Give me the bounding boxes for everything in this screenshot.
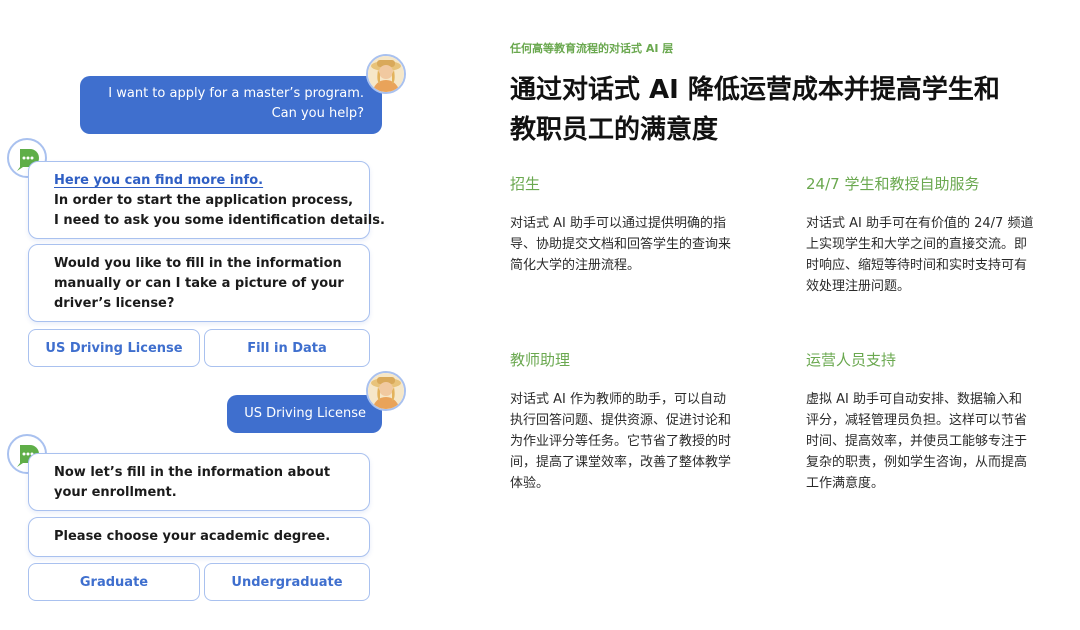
body-line: 效处理注册问题。 (806, 279, 911, 294)
body-line: 时响应、缩短等待时间和实时支持可有 (806, 258, 1028, 273)
section-body-admissions: 对话式 AI 助手可以通过提供明确的指 导、协助提交文档和回答学生的查询来 简化… (510, 213, 731, 276)
user-message-bubble: I want to apply for a master’s program. … (80, 76, 382, 134)
message-line: I want to apply for a master’s program. (108, 86, 364, 101)
title-line: 教职员工的满意度 (510, 115, 719, 145)
eyebrow-label: 任何高等教育流程的对话式 AI 层 (510, 42, 674, 55)
title-line: 通过对话式 AI 降低运营成本并提高学生和 (510, 75, 1000, 105)
page-title: 通过对话式 AI 降低运营成本并提高学生和 教职员工的满意度 (510, 70, 1070, 150)
message-line: In order to start the application proces… (54, 193, 354, 208)
bot-message-bubble: Here you can find more info. In order to… (28, 161, 385, 239)
bot-message-bubble: Would you like to fill in the informatio… (28, 244, 370, 322)
body-line: 为作业评分等任务。它节省了教授的时 (510, 434, 732, 449)
graduate-button[interactable]: Graduate (28, 563, 200, 601)
section-body-operations-support: 虚拟 AI 助手可自动安排、数据输入和 评分，减轻管理员负担。这样可以节省 时间… (806, 389, 1027, 494)
message-line: Would you like to fill in the informatio… (54, 256, 342, 271)
more-info-link[interactable]: Here you can find more info. (54, 171, 357, 191)
message-line: Can you help? (271, 106, 364, 121)
section-title-teaching-assistant: 教师助理 (510, 351, 571, 369)
body-line: 评分，减轻管理员负担。这样可以节省 (806, 413, 1028, 428)
section-body-self-service: 对话式 AI 助手可在有价值的 24/7 频道 上实现学生和大学之间的直接交流。… (806, 213, 1033, 297)
section-title-self-service: 24/7 学生和教授自助服务 (806, 175, 980, 193)
page: I want to apply for a master’s program. … (0, 0, 1080, 630)
body-line: 对话式 AI 助手可在有价值的 24/7 频道 (806, 216, 1034, 231)
section-title-operations-support: 运营人员支持 (806, 351, 897, 369)
section-title-admissions: 招生 (510, 175, 541, 193)
message-line: manually or can I take a picture of your (54, 276, 344, 291)
message-line: Now let’s fill in the information about (54, 465, 331, 480)
message-line: driver’s license? (54, 296, 175, 311)
message-line: I need to ask you some identification de… (54, 213, 385, 228)
user-message-bubble: US Driving License (227, 395, 382, 433)
body-line: 对话式 AI 助手可以通过提供明确的指 (510, 216, 726, 231)
bot-message-bubble: Now let’s fill in the information about … (28, 453, 370, 511)
section-body-teaching-assistant: 对话式 AI 作为教师的助手，可以自动 执行回答问题、提供资源、促进讨论和 为作… (510, 389, 731, 494)
user-avatar-icon (366, 54, 406, 94)
body-line: 简化大学的注册流程。 (510, 258, 641, 273)
fill-in-data-button[interactable]: Fill in Data (204, 329, 370, 367)
body-line: 体验。 (510, 476, 550, 491)
user-avatar-icon (366, 371, 406, 411)
body-line: 间，提高了课堂效率，改善了整体教学 (510, 455, 732, 470)
body-line: 上实现学生和大学之间的直接交流。即 (806, 237, 1028, 252)
body-line: 虚拟 AI 助手可自动安排、数据输入和 (806, 392, 1022, 407)
body-line: 时间、提高效率，并使员工能够专注于 (806, 434, 1028, 449)
body-line: 执行回答问题、提供资源、促进讨论和 (510, 413, 732, 428)
message-line: Please choose your academic degree. (54, 529, 331, 544)
body-line: 复杂的职责，例如学生咨询，从而提高 (806, 455, 1028, 470)
message-line: your enrollment. (54, 485, 177, 500)
message-line: US Driving License (244, 406, 366, 421)
body-line: 导、协助提交文档和回答学生的查询来 (510, 237, 732, 252)
undergraduate-button[interactable]: Undergraduate (204, 563, 370, 601)
body-line: 工作满意度。 (806, 476, 885, 491)
body-line: 对话式 AI 作为教师的助手，可以自动 (510, 392, 726, 407)
bot-message-bubble: Please choose your academic degree. (28, 517, 370, 557)
us-driving-license-button[interactable]: US Driving License (28, 329, 200, 367)
